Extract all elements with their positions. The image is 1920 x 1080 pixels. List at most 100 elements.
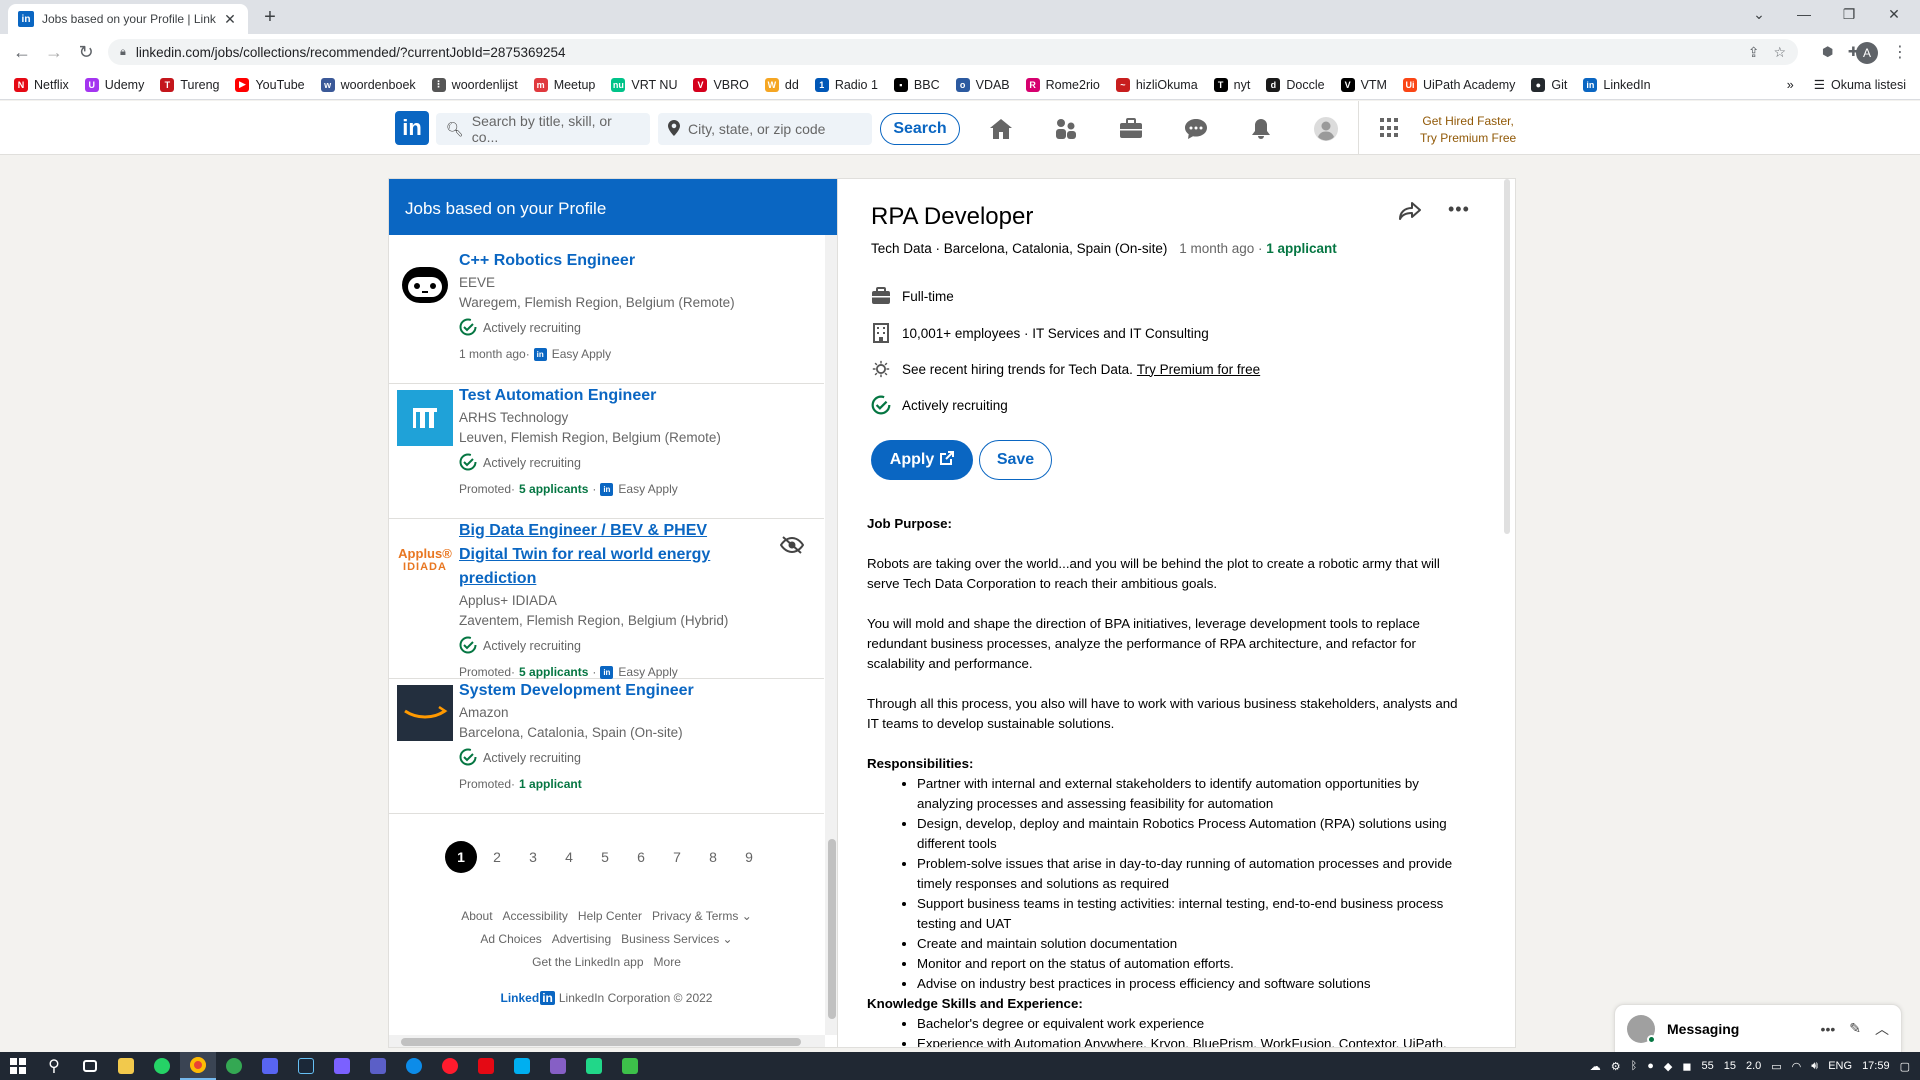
task-view-icon[interactable]: [72, 1052, 108, 1080]
clock[interactable]: 17:59: [1862, 1060, 1890, 1072]
bookmark-item[interactable]: Wdd: [764, 77, 799, 92]
location-input[interactable]: City, state, or zip code: [658, 113, 872, 145]
taskbar-search-icon[interactable]: ⚲: [36, 1052, 72, 1080]
bookmark-item[interactable]: m Meetup: [533, 77, 595, 92]
bookmark-item[interactable]: V VBRO: [693, 77, 749, 92]
footer-link[interactable]: Get the LinkedIn app: [532, 955, 643, 969]
scrollbar-thumb[interactable]: [401, 1038, 801, 1046]
job-title-link[interactable]: C++ Robotics Engineer: [459, 249, 799, 273]
messaging-more-icon[interactable]: •••: [1821, 1021, 1836, 1037]
battery-icon[interactable]: ▭: [1771, 1060, 1781, 1073]
notifications-icon[interactable]: ▢: [1900, 1060, 1910, 1073]
bookmark-item[interactable]: in LinkedIn: [1583, 77, 1651, 92]
hide-job-eye-slash-icon[interactable]: [779, 535, 805, 560]
me-avatar[interactable]: [1312, 115, 1340, 143]
back-icon[interactable]: ←: [8, 42, 36, 63]
job-card[interactable]: System Development Engineer Amazon Barce…: [389, 679, 824, 814]
share-page-icon[interactable]: ⇪: [1748, 44, 1760, 61]
job-search-input[interactable]: 🔍︎ Search by title, skill, or co...: [436, 113, 650, 145]
page-8-button[interactable]: 8: [697, 841, 729, 873]
try-premium-link[interactable]: Try Premium for free: [1137, 362, 1260, 377]
page-7-button[interactable]: 7: [661, 841, 693, 873]
opera-icon[interactable]: [432, 1052, 468, 1080]
job-card[interactable]: C++ Robotics Engineer EEVE Waregem, Flem…: [389, 249, 824, 384]
page-1-button[interactable]: 1: [445, 841, 477, 873]
page-2-button[interactable]: 2: [481, 841, 513, 873]
messaging-bar[interactable]: Messaging ••• ✎ ︿: [1614, 1004, 1902, 1052]
bookmark-item[interactable]: ▶ YouTube: [235, 77, 305, 92]
bookmark-item[interactable]: ● Git: [1531, 77, 1567, 92]
bookmark-item[interactable]: w woordenboek: [320, 77, 416, 92]
bookmark-item[interactable]: d Doccle: [1266, 77, 1325, 92]
page-3-button[interactable]: 3: [517, 841, 549, 873]
new-tab-button[interactable]: +: [258, 6, 282, 29]
notifications-bell-icon[interactable]: [1247, 115, 1275, 143]
reload-icon[interactable]: ↻: [72, 42, 100, 63]
apply-button[interactable]: Apply: [871, 440, 973, 480]
bookmark-item[interactable]: ⋮ woordenlijst: [431, 77, 518, 92]
job-title-link[interactable]: Big Data Engineer / BEV & PHEV Digital T…: [459, 519, 749, 591]
language-indicator[interactable]: ENG: [1828, 1060, 1852, 1072]
save-button[interactable]: Save: [979, 440, 1052, 480]
messaging-icon[interactable]: [1182, 115, 1210, 143]
page-6-button[interactable]: 6: [625, 841, 657, 873]
browser-tab[interactable]: in Jobs based on your Profile | Linke ✕: [8, 4, 248, 34]
skype-icon[interactable]: [504, 1052, 540, 1080]
extension-icon[interactable]: ⬢: [1822, 44, 1833, 60]
more-options-icon[interactable]: •••: [1448, 199, 1470, 220]
footer-link[interactable]: Ad Choices: [480, 932, 541, 946]
bookmark-item[interactable]: nu VRT NU: [611, 77, 677, 92]
tray-app-icon[interactable]: ●: [1647, 1060, 1654, 1072]
compose-message-icon[interactable]: ✎: [1849, 1020, 1861, 1037]
bookmark-item[interactable]: o VDAB: [955, 77, 1010, 92]
scrollbar-thumb[interactable]: [828, 839, 836, 1019]
onedrive-icon[interactable]: ☁: [1590, 1060, 1601, 1073]
restore-icon[interactable]: ❐: [1837, 6, 1861, 23]
bookmark-item[interactable]: V VTM: [1340, 77, 1387, 92]
forward-icon[interactable]: →: [40, 42, 68, 63]
detail-company[interactable]: Tech Data: [871, 241, 932, 256]
chrome-alt-icon[interactable]: [216, 1052, 252, 1080]
bookmark-star-icon[interactable]: ☆: [1773, 44, 1786, 61]
footer-link[interactable]: Help Center: [578, 909, 642, 923]
file-explorer-icon[interactable]: [108, 1052, 144, 1080]
bookmark-item[interactable]: ~ hizliOkuma: [1115, 77, 1198, 92]
linkedin-logo[interactable]: in: [395, 111, 429, 145]
footer-link[interactable]: Advertising: [552, 932, 611, 946]
app-icon[interactable]: [612, 1052, 648, 1080]
footer-link[interactable]: Privacy & Terms ⌄: [652, 909, 752, 923]
page-9-button[interactable]: 9: [733, 841, 765, 873]
browser-profile-avatar[interactable]: A: [1856, 42, 1878, 64]
tray-app-icon[interactable]: ⚙: [1611, 1060, 1621, 1073]
share-arrow-icon[interactable]: [1398, 201, 1422, 226]
footer-link[interactable]: Accessibility: [503, 909, 568, 923]
tray-app-icon[interactable]: ◼: [1682, 1060, 1691, 1073]
job-list-horizontal-scrollbar[interactable]: [389, 1035, 825, 1047]
tab-close-icon[interactable]: ✕: [222, 11, 238, 28]
my-network-icon[interactable]: [1052, 115, 1080, 143]
reading-list-label[interactable]: Okuma listesi: [1831, 78, 1906, 92]
netflix-icon[interactable]: [468, 1052, 504, 1080]
pycharm-icon[interactable]: [576, 1052, 612, 1080]
steam-icon[interactable]: [288, 1052, 324, 1080]
chevron-up-icon[interactable]: ︿: [1875, 1019, 1889, 1039]
job-title-link[interactable]: System Development Engineer: [459, 679, 799, 703]
discord-icon[interactable]: [252, 1052, 288, 1080]
job-list-scrollbar[interactable]: [825, 235, 837, 1035]
tray-app-icon[interactable]: ◆: [1664, 1060, 1672, 1073]
premium-upsell-link[interactable]: Get Hired Faster, Try Premium Free: [1420, 113, 1516, 147]
tab-search-icon[interactable]: ⌄: [1747, 6, 1771, 23]
bookmark-item[interactable]: Tnyt: [1213, 77, 1250, 92]
edge-icon[interactable]: [396, 1052, 432, 1080]
job-title-link[interactable]: Test Automation Engineer: [459, 384, 799, 408]
work-apps-grid-icon[interactable]: [1380, 118, 1400, 138]
bookmark-item[interactable]: ▪ BBC: [893, 77, 940, 92]
search-button[interactable]: Search: [880, 113, 960, 145]
browser-menu-icon[interactable]: ⋮: [1892, 42, 1908, 62]
job-detail-scrollbar[interactable]: [1502, 179, 1512, 539]
visual-studio-icon[interactable]: [540, 1052, 576, 1080]
footer-link[interactable]: About: [461, 909, 492, 923]
chrome-icon[interactable]: [180, 1052, 216, 1080]
bookmark-item[interactable]: T Tureng: [160, 77, 219, 92]
home-icon[interactable]: [987, 115, 1015, 143]
